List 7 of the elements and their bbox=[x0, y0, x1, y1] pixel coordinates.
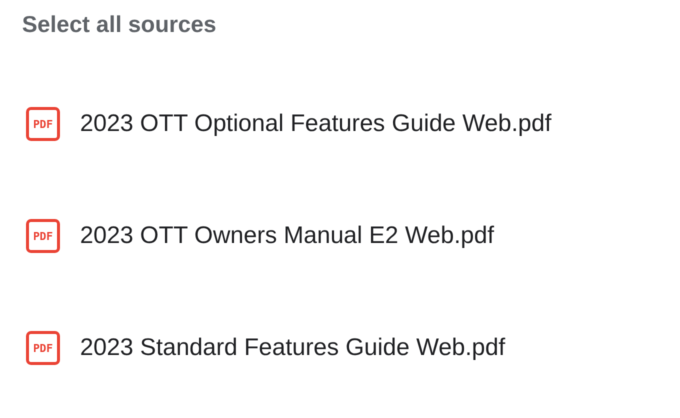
select-all-link[interactable]: Select all sources bbox=[22, 8, 216, 40]
pdf-file-icon: PDF bbox=[26, 219, 60, 253]
pdf-file-icon: PDF bbox=[26, 331, 60, 365]
source-item[interactable]: 2023 Standard Features Guide Web.pdf bbox=[80, 334, 506, 362]
pdf-file-icon: PDF bbox=[26, 107, 60, 141]
source-item[interactable]: 2023 OTT Optional Features Guide Web.pdf bbox=[80, 110, 552, 138]
source-item[interactable]: 2023 OTT Owners Manual E2 Web.pdf bbox=[80, 222, 494, 250]
